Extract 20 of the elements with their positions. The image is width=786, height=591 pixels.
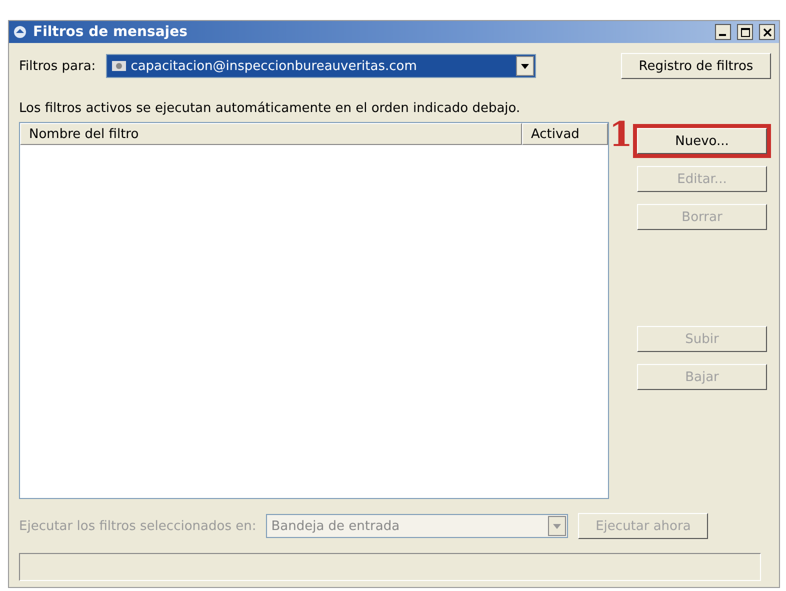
column-header[interactable]: Nombre del filtro [20,123,522,145]
log-button[interactable]: Registro de filtros [621,53,771,79]
app-icon [13,25,27,39]
account-dropdown[interactable]: capacitacion@inspeccionbureauveritas.com [106,54,536,78]
run-label: Ejecutar los filtros seleccionados en: [19,518,256,534]
window-title: Filtros de mensajes [33,24,188,40]
filter-list[interactable]: Nombre del filtro Activad [19,122,609,499]
description-text: Los filtros activos se ejecutan automáticamente en el orden indicado debajo. [19,101,522,116]
maximize-icon [740,28,750,36]
maximize-button[interactable] [737,24,753,40]
side-button[interactable]: Nuevo... [637,128,767,154]
column-header[interactable]: Activad [522,123,608,145]
minimize-button[interactable] [715,24,731,40]
close-button[interactable] [759,24,775,40]
filters-for-label: Filtros para: [19,58,96,74]
folder-text: Bandeja de entrada [271,518,401,534]
account-icon [110,58,127,74]
close-icon [762,28,772,36]
annotation-number: 1 [609,118,633,152]
account-text: capacitacion@inspeccionbureauveritas.com [130,58,418,74]
